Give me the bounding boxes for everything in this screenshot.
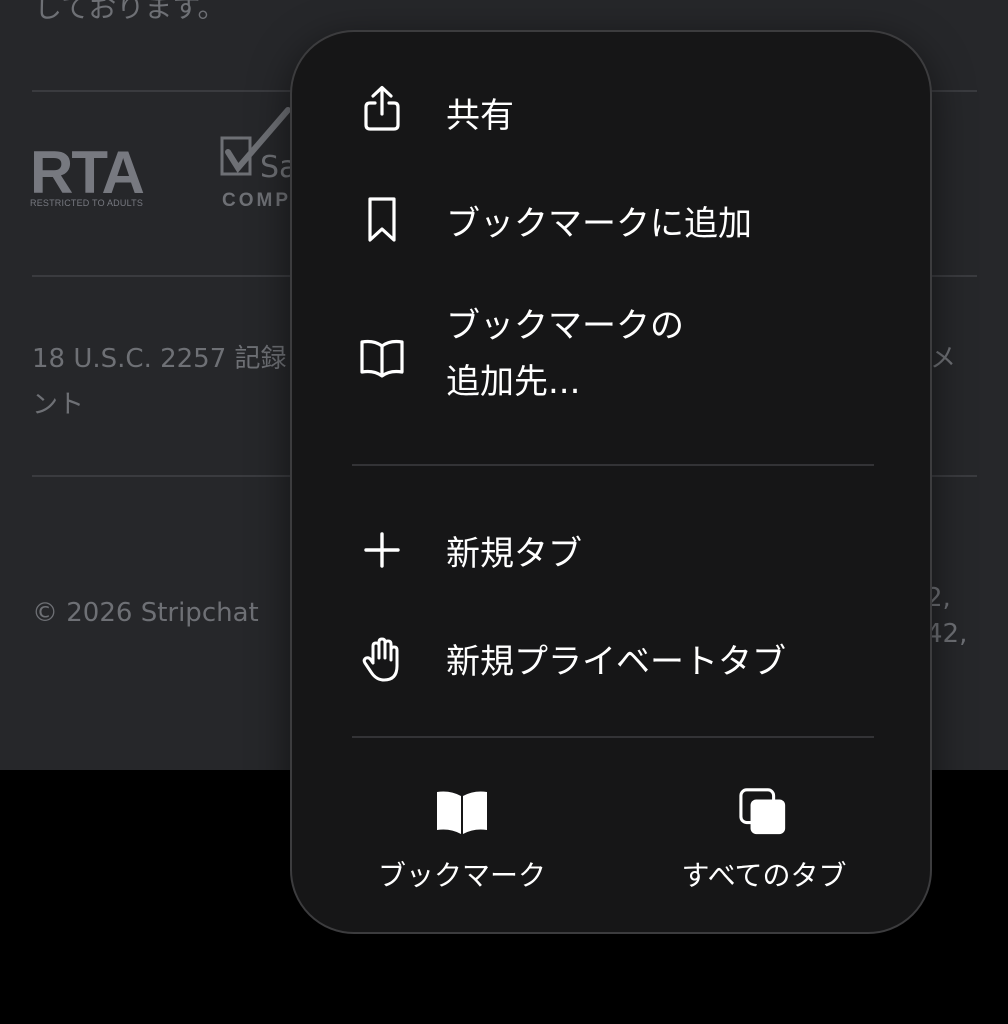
menu-item-label: 新規プライベートタブ [446, 642, 786, 682]
menu-item-label: 共有 [446, 96, 514, 136]
safelabeling-badge: COMP [222, 190, 291, 211]
safelabeling-logo: Sa COMP [212, 106, 302, 216]
menu-item-new-private-tab[interactable]: 新規プライベートタブ [292, 618, 930, 698]
all-tabs-button[interactable]: すべてのタブ [644, 788, 884, 898]
menu-item-new-tab[interactable]: 新規タブ [292, 510, 930, 590]
hand-icon [362, 637, 399, 682]
menu-item-add-bookmark[interactable]: ブックマークに追加 [292, 178, 930, 258]
screen: しております。 RTA RESTRICTED TO ADULTS Sa COMP… [0, 0, 1008, 1024]
usc-2257-text-line2: ント [32, 390, 85, 420]
copyright-right-line2: 42, [926, 619, 968, 649]
copyright-text: © 2026 Stripchat [32, 598, 259, 628]
menu-separator [352, 464, 874, 466]
rta-logo-subtext: RESTRICTED TO ADULTS [30, 198, 144, 208]
book-icon [360, 339, 404, 378]
usc-2257-text-right: メ [930, 344, 957, 374]
menu-separator [352, 736, 874, 738]
page-text-top: しております。 [34, 0, 226, 24]
menu-item-add-bookmark-to[interactable]: ブックマークの 追加先... [292, 298, 930, 418]
tabs-icon [739, 788, 786, 835]
menu-item-label: ブックマークに追加 [446, 204, 752, 244]
usc-2257-text: 18 U.S.C. 2257 記録 [32, 344, 287, 374]
menu-item-label: ブックマークの 追加先... [446, 298, 806, 410]
menu-item-label: 新規タブ [446, 534, 582, 574]
menu-item-share[interactable]: 共有 [292, 72, 930, 152]
bookmark-icon [368, 197, 396, 242]
menu-item-label-line1: ブックマークの [446, 306, 684, 346]
bookmarks-button[interactable]: ブックマーク [342, 788, 582, 898]
browser-menu-popup: 共有 ブックマークに追加 ブックマークの 追加先... 新規タブ 新規プライベー… [290, 30, 932, 934]
rta-logo-text: RTA [30, 139, 145, 206]
share-icon [364, 85, 400, 131]
all-tabs-button-label: すべてのタブ [681, 859, 847, 892]
rta-logo: RTA RESTRICTED TO ADULTS [30, 139, 162, 212]
copyright-text-right: 2, 42, [926, 580, 967, 652]
book-filled-icon [437, 791, 487, 834]
plus-icon [364, 532, 400, 568]
bookmarks-button-label: ブックマーク [377, 859, 546, 892]
menu-item-label-line2: 追加先... [446, 362, 581, 402]
usc-2257-link[interactable]: 18 U.S.C. 2257 記録 ント [32, 336, 287, 428]
